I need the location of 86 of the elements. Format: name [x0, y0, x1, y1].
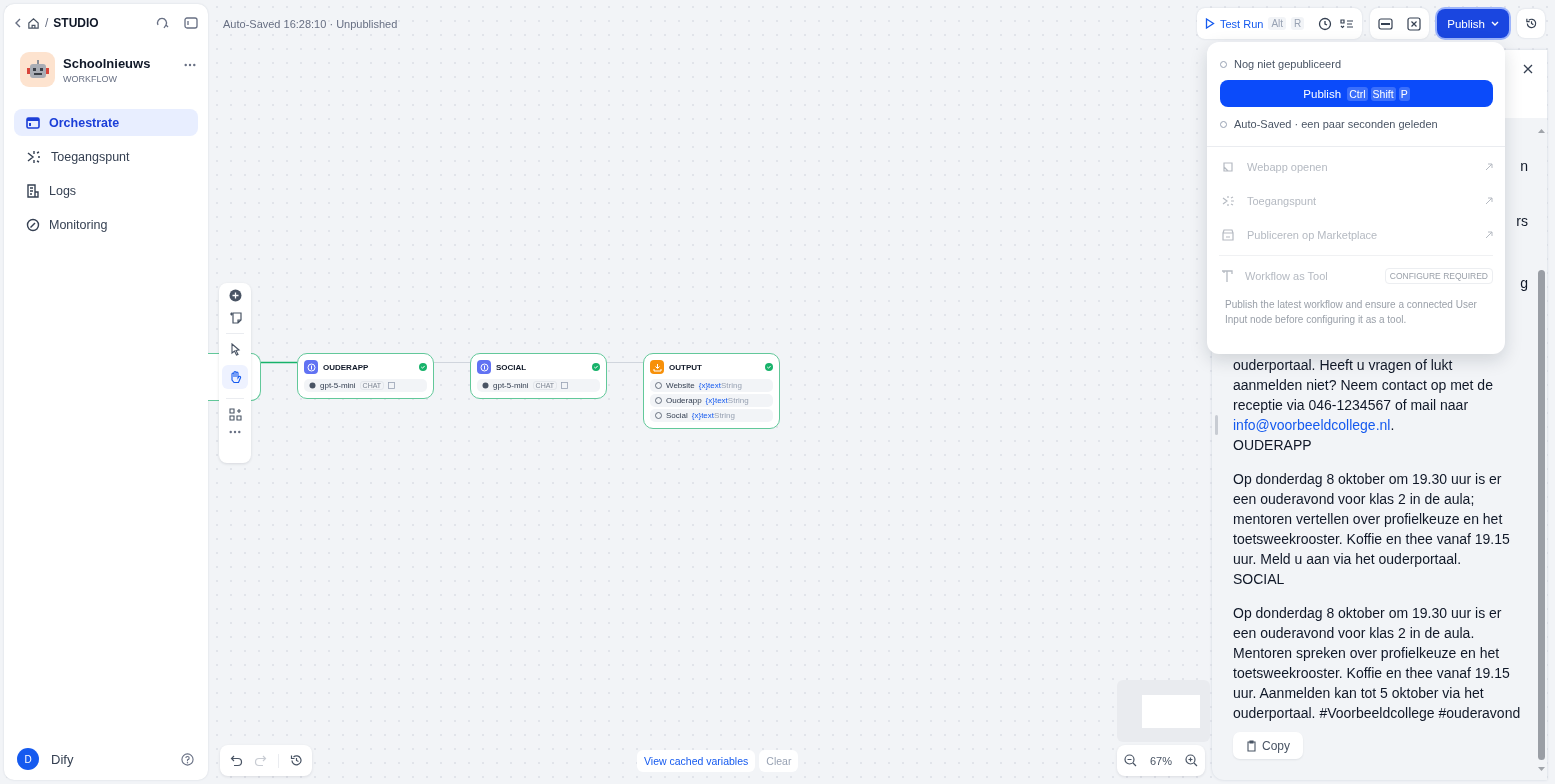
menu-item-icon: [1221, 160, 1235, 174]
model-icon: [309, 382, 316, 389]
tool-icon: [1221, 269, 1233, 283]
save-status: Auto-Saved 16:28:10 · Unpublished: [223, 17, 398, 30]
variable-icon[interactable]: [1407, 16, 1422, 31]
app-type: WORKFLOW: [63, 73, 118, 84]
clipboard-icon: [1246, 739, 1257, 752]
user-avatar[interactable]: D: [17, 748, 39, 770]
settings-icon: [561, 382, 569, 389]
nav-item[interactable]: Toegangspunt: [14, 143, 198, 170]
nav-item[interactable]: Orchestrate: [14, 109, 198, 136]
success-icon: [765, 363, 773, 371]
output-variable-row: Website {x}textString: [650, 379, 773, 392]
copy-button[interactable]: Copy: [1233, 732, 1303, 759]
result-text-fragment: g: [1520, 274, 1528, 293]
checklist-icon[interactable]: [1340, 16, 1355, 31]
menu-hint: Publish the latest workflow and ensure a connected User Input node before configuring it as a tool.: [1224, 298, 1478, 327]
env-icon[interactable]: [1378, 16, 1394, 31]
result-text-fragment: rs: [1516, 212, 1528, 231]
document-icon: [26, 183, 40, 198]
organize-blocks-icon[interactable]: [228, 408, 242, 421]
sidebar-toggle-icon[interactable]: [184, 17, 198, 29]
info-icon: [655, 412, 662, 419]
nav-item[interactable]: Logs: [14, 177, 198, 204]
publish-button[interactable]: Publish: [1437, 9, 1509, 38]
node-type-icon: [477, 360, 491, 374]
success-icon: [419, 363, 427, 371]
window-icon: [26, 115, 40, 130]
clock-icon[interactable]: [1318, 16, 1333, 31]
settings-icon: [388, 382, 396, 389]
more-icon[interactable]: [229, 430, 241, 434]
menu-item-icon: [1221, 194, 1235, 208]
add-note-icon[interactable]: [228, 311, 242, 324]
node-type-icon: [650, 360, 664, 374]
external-link-icon: [1485, 163, 1493, 171]
result-heading: OUDERAPP: [1233, 436, 1313, 455]
zoom-in-icon[interactable]: [1185, 754, 1199, 767]
nav-item[interactable]: Monitoring: [14, 211, 198, 238]
view-cached-variables-button[interactable]: View cached variables: [637, 750, 756, 772]
status-badge: CONFIGURE REQUIRED: [1384, 268, 1493, 284]
model-icon: [482, 382, 489, 389]
connector-line: [607, 361, 643, 364]
node-type-icon: [304, 360, 318, 374]
output-variable-row: Ouderapp {x}textString: [650, 394, 773, 407]
connector-line: [434, 361, 470, 364]
result-text-fragment: n: [1520, 157, 1528, 176]
breadcrumb-section[interactable]: STUDIO: [53, 16, 99, 30]
external-link-icon: [1485, 231, 1493, 239]
user-name: Dify: [51, 751, 74, 767]
success-icon: [592, 363, 600, 371]
help-icon[interactable]: [181, 752, 194, 766]
info-icon: [655, 382, 662, 389]
refresh-icon[interactable]: [155, 16, 169, 30]
close-icon[interactable]: [1523, 64, 1533, 74]
info-icon: [655, 397, 662, 404]
publish-button[interactable]: Publish Ctrl Shift P: [1220, 80, 1493, 107]
play-icon: [1204, 18, 1215, 29]
breadcrumb-separator: /: [45, 16, 49, 30]
chevron-icon: [1491, 20, 1499, 27]
undo-icon[interactable]: [230, 754, 243, 767]
output-variable-row: Social {x}textString: [650, 409, 773, 422]
publish-status: Nog niet gepubliceerd: [1234, 58, 1342, 70]
resize-handle[interactable]: [1215, 415, 1218, 435]
pointer-icon[interactable]: [229, 343, 241, 356]
external-link-icon: [1485, 197, 1493, 205]
menu-item-icon: [1221, 228, 1235, 242]
result-paragraph: Op donderdag 8 oktober om 19.30 uur is er een ouderavond voor klas 2 in de aula; mentoren vertellen over profielkeuze en het toetsweekrooster. Koffie en thee vanaf 19.15 uur. Meld u aan via het ouderportaal.: [1233, 470, 1511, 569]
home-icon[interactable]: [27, 16, 40, 30]
sparkle-icon: [26, 148, 42, 165]
result-paragraph: ouderportaal. Heeft u vragen of lukt aanmelden niet? Neem contact op met de receptie via 046-1234567 of mail naar info@voorbeeldcollege.nl.: [1233, 356, 1494, 435]
gauge-icon: [26, 217, 40, 232]
workflow-node[interactable]: OUTPUT Website {x}textString Ouderapp {x}textString Social {x}textString: [643, 353, 780, 429]
robot-icon: [20, 52, 55, 87]
zoom-out-icon[interactable]: [1123, 754, 1137, 767]
result-heading: SOCIAL: [1233, 570, 1286, 589]
add-node-icon[interactable]: [228, 289, 242, 302]
history-icon[interactable]: [290, 754, 303, 767]
more-icon[interactable]: [184, 63, 196, 67]
result-paragraph: Op donderdag 8 oktober om 19.30 uur is er een ouderavond voor klas 2 in de aula. Mentoren spreken over profielkeuze en het toetsweekrooster. Koffie en thee vanaf 19.15 uur. Aanmelden kan tot 5 oktober via het ouderportaal. #Voorbeeldcollege #ouderavond: [1233, 604, 1522, 723]
save-status: Auto-Saved · een paar seconden geleden: [1234, 118, 1438, 130]
zoom-level[interactable]: 67%: [1149, 754, 1172, 767]
back-icon[interactable]: [14, 18, 22, 28]
connector-line: [261, 361, 297, 364]
history-icon[interactable]: [1517, 9, 1545, 38]
app-name: Schoolnieuws: [63, 55, 151, 71]
hand-tool-icon[interactable]: [222, 365, 248, 389]
